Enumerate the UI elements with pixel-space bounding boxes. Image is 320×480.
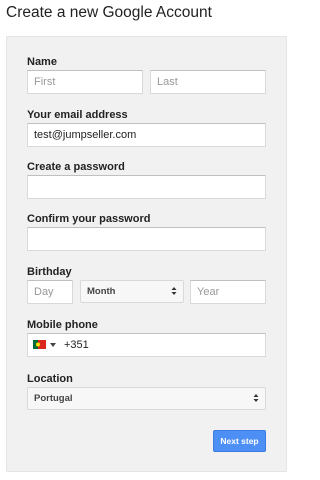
password-label: Create a password [27,161,125,173]
name-label: Name [27,56,57,68]
mobile-phone-label: Mobile phone [27,319,98,331]
location-label: Location [27,373,73,385]
confirm-password-input[interactable] [27,227,266,251]
signup-form-panel: Name Your email address Create a passwor… [6,36,287,472]
page-title: Create a new Google Account [6,4,212,21]
birthday-month-select[interactable]: Month [80,280,184,303]
select-arrows-icon [253,394,259,402]
location-value: Portugal [34,393,73,404]
portugal-flag-icon [33,340,46,349]
birthday-year-input[interactable] [190,280,266,304]
last-name-input[interactable] [150,70,266,94]
confirm-password-label: Confirm your password [27,213,151,225]
chevron-down-icon [50,343,56,347]
password-input[interactable] [27,175,266,199]
mobile-phone-field [27,333,266,357]
mobile-phone-input[interactable] [64,334,262,356]
birthday-label: Birthday [27,266,72,278]
next-step-button[interactable]: Next step [213,430,266,452]
email-input[interactable] [27,123,266,147]
select-arrows-icon [171,287,177,295]
birthday-month-value: Month [87,286,116,297]
location-select[interactable]: Portugal [27,387,266,410]
country-code-picker[interactable] [33,338,59,352]
email-label: Your email address [27,109,128,121]
first-name-input[interactable] [27,70,143,94]
birthday-day-input[interactable] [27,280,73,304]
